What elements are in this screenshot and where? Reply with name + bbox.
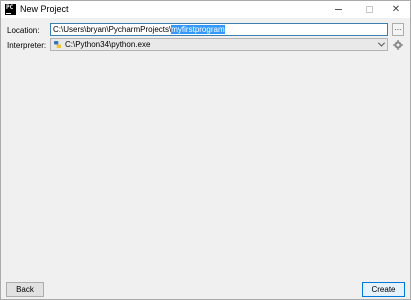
window-title: New Project [20,4,69,14]
interpreter-value: C:\Python34\python.exe [65,40,151,49]
location-label: Location: [7,26,40,35]
pycharm-icon: PC [5,4,16,15]
create-button[interactable]: Create [362,282,405,297]
location-input[interactable]: C:\Users\bryan\PycharmProjects\myfirstpr… [50,23,388,36]
close-button[interactable]: ✕ [382,1,410,18]
new-project-window: PC New Project ✕ Location: C:\Users\brya… [0,0,411,300]
interpreter-label: Interpreter: [7,41,47,50]
close-icon: ✕ [391,3,401,15]
location-path-prefix: C:\Users\bryan\PycharmProjects\ [53,25,172,34]
interpreter-select[interactable]: C:\Python34\python.exe [50,38,388,51]
interpreter-settings-button[interactable] [392,38,404,51]
browse-button[interactable]: ... [392,23,404,36]
back-button[interactable]: Back [6,282,44,297]
maximize-icon [365,6,373,13]
location-selected-text: myfirstprogram [171,25,225,34]
minimize-button[interactable] [324,1,352,18]
minimize-icon [334,9,342,10]
maximize-button [355,1,383,18]
chevron-down-icon [377,39,386,47]
title-bar[interactable]: PC New Project ✕ [1,1,410,18]
python-icon [54,41,61,48]
gear-icon [393,39,403,50]
